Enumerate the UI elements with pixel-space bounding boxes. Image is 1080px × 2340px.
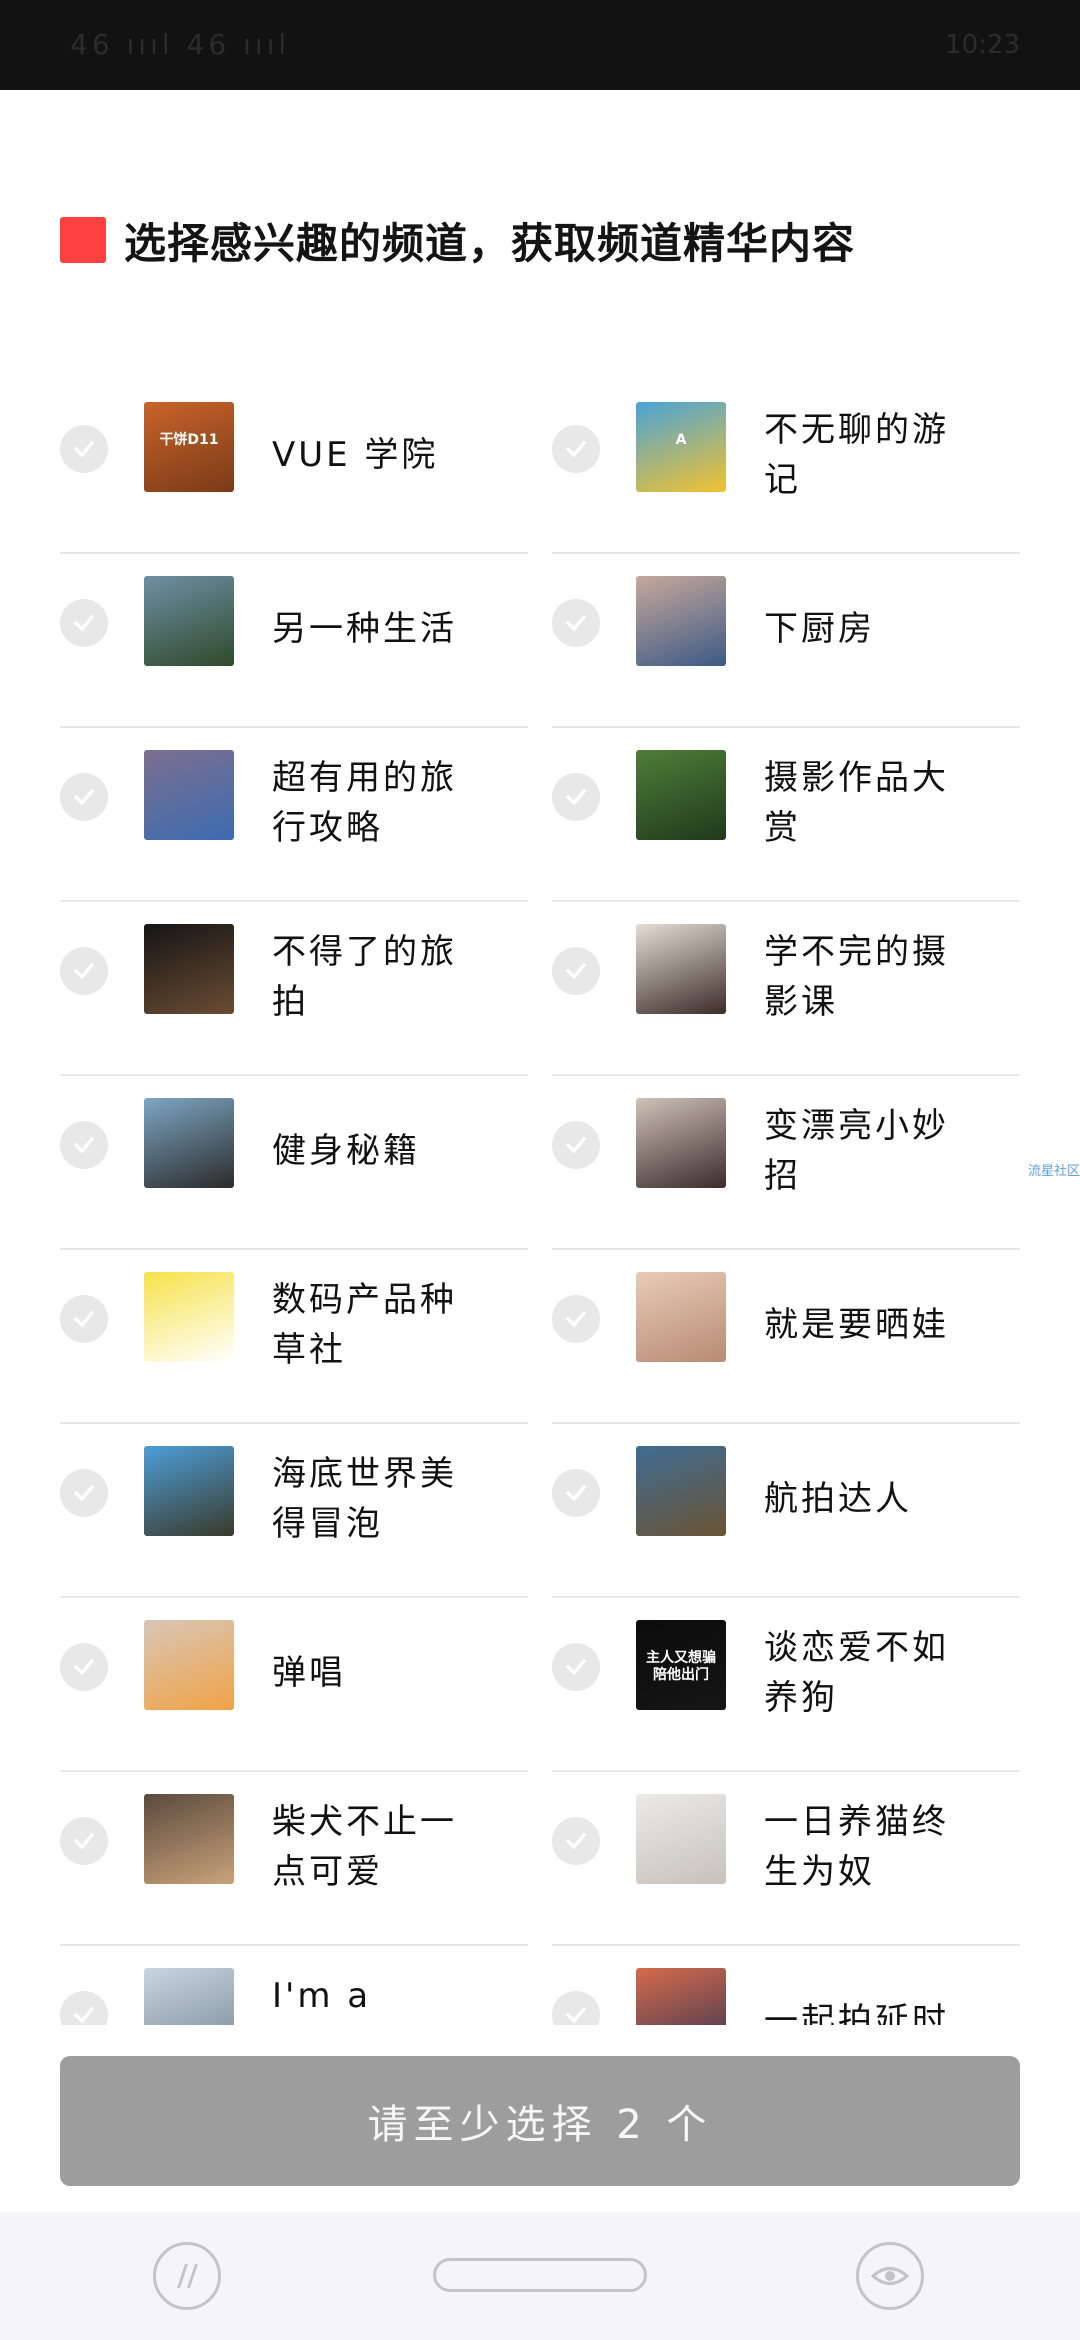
channel-item[interactable]: 就是要晒娃 <box>552 1250 1020 1424</box>
channel-item[interactable]: 健身秘籍 <box>60 1076 528 1250</box>
page-header: 选择感兴趣的频道，获取频道精华内容 <box>60 215 855 268</box>
check-icon[interactable] <box>552 1643 600 1691</box>
channel-label: 另一种生活 <box>272 609 457 649</box>
channel-thumbnail <box>636 1968 726 2025</box>
channel-item[interactable]: 学不完的摄影课 <box>552 902 1020 1076</box>
channel-label: 健身秘籍 <box>272 1131 420 1171</box>
channel-label: 变漂亮小妙招 <box>764 1106 949 1196</box>
channel-item[interactable]: 弹唱 <box>60 1598 528 1772</box>
check-icon[interactable] <box>60 1991 108 2025</box>
check-icon[interactable] <box>552 1121 600 1169</box>
channel-item[interactable]: I'm a Vlogger <box>60 1946 528 2025</box>
check-icon[interactable] <box>60 1295 108 1343</box>
channel-thumbnail <box>636 750 726 840</box>
channel-label: 不得了的旅拍 <box>272 932 457 1022</box>
channel-label: 一起拍延时 <box>764 2001 949 2025</box>
channel-thumbnail: A <box>636 402 726 492</box>
channel-item[interactable]: 海底世界美得冒泡 <box>60 1424 528 1598</box>
status-bar: 46 ıııl 46 ıııl 10:23 <box>0 0 1080 90</box>
channel-thumbnail <box>144 1446 234 1536</box>
channel-item[interactable]: 另一种生活 <box>60 554 528 728</box>
channel-label: 海底世界美得冒泡 <box>272 1454 457 1544</box>
channel-thumbnail <box>144 576 234 666</box>
thumbnail-caption: 干饼D11 <box>159 432 219 448</box>
channel-thumbnail <box>636 924 726 1014</box>
channel-item[interactable]: 下厨房 <box>552 554 1020 728</box>
channel-label: 下厨房 <box>764 609 875 649</box>
channel-item[interactable]: 摄影作品大赏 <box>552 728 1020 902</box>
channel-thumbnail <box>144 1620 234 1710</box>
channel-label: 不无聊的游记 <box>764 410 949 500</box>
channel-item[interactable]: A 不无聊的游记 <box>552 380 1020 554</box>
channel-label: 一日养猫终生为奴 <box>764 1802 949 1892</box>
check-icon[interactable] <box>60 599 108 647</box>
side-watermark: 流星社区 <box>1028 1164 1080 1179</box>
check-icon[interactable] <box>552 947 600 995</box>
channel-thumbnail <box>144 1098 234 1188</box>
channel-thumbnail <box>144 1794 234 1884</box>
channel-item[interactable]: 不得了的旅拍 <box>60 902 528 1076</box>
channel-thumbnail <box>636 1272 726 1362</box>
check-icon[interactable] <box>552 1469 600 1517</box>
channel-item[interactable]: 一起拍延时 <box>552 1946 1020 2025</box>
check-icon[interactable] <box>60 1469 108 1517</box>
channel-thumbnail <box>636 1446 726 1536</box>
channel-item[interactable]: 航拍达人 <box>552 1424 1020 1598</box>
check-icon[interactable] <box>552 773 600 821</box>
check-icon[interactable] <box>60 425 108 473</box>
channel-thumbnail <box>636 576 726 666</box>
channel-label: 超有用的旅行攻略 <box>272 758 457 848</box>
check-icon[interactable] <box>552 1817 600 1865</box>
channel-item[interactable]: 变漂亮小妙招 <box>552 1076 1020 1250</box>
check-icon[interactable] <box>60 1817 108 1865</box>
channel-thumbnail <box>144 750 234 840</box>
submit-button[interactable]: 请至少选择 2 个 <box>60 2056 1020 2186</box>
check-icon[interactable] <box>552 1295 600 1343</box>
channel-label: 就是要晒娃 <box>764 1305 949 1345</box>
channel-label: VUE 学院 <box>272 435 439 475</box>
check-icon[interactable] <box>552 1991 600 2025</box>
check-icon[interactable] <box>60 773 108 821</box>
channel-label: 航拍达人 <box>764 1479 912 1519</box>
check-icon[interactable] <box>60 1121 108 1169</box>
channel-label: 学不完的摄影课 <box>764 932 949 1022</box>
channel-grid: 干饼D11 VUE 学院 A 不无聊的游记另一种生活 下厨房超有用的旅行攻略 摄影作品大赏… <box>60 380 1020 2025</box>
channel-label: 数码产品种草社 <box>272 1280 457 1370</box>
channel-label: 谈恋爱不如养狗 <box>764 1628 949 1718</box>
app-logo-icon[interactable] <box>153 2242 221 2310</box>
home-pill-button[interactable] <box>433 2258 647 2292</box>
channel-item[interactable]: 主人又想骗 陪他出门 谈恋爱不如养狗 <box>552 1598 1020 1772</box>
title-accent-mark <box>60 217 106 263</box>
page-title: 选择感兴趣的频道，获取频道精华内容 <box>124 218 856 268</box>
check-icon[interactable] <box>60 1643 108 1691</box>
signal-indicators: 46 ıııl 46 ıııl <box>70 28 291 61</box>
channel-label: 柴犬不止一点可爱 <box>272 1802 457 1892</box>
system-nav-bar <box>0 2212 1080 2340</box>
channel-thumbnail: 主人又想骗 陪他出门 <box>636 1620 726 1710</box>
channel-item[interactable]: 一日养猫终生为奴 <box>552 1772 1020 1946</box>
check-icon[interactable] <box>552 425 600 473</box>
check-icon[interactable] <box>60 947 108 995</box>
channel-label: 摄影作品大赏 <box>764 758 949 848</box>
channel-thumbnail <box>144 1968 234 2025</box>
channel-item[interactable]: 柴犬不止一点可爱 <box>60 1772 528 1946</box>
eye-icon[interactable] <box>856 2242 924 2310</box>
channel-thumbnail <box>144 924 234 1014</box>
channel-thumbnail: 干饼D11 <box>144 402 234 492</box>
channel-thumbnail <box>636 1794 726 1884</box>
thumbnail-caption: A <box>675 432 687 448</box>
channel-thumbnail <box>144 1272 234 1362</box>
channel-item[interactable]: 数码产品种草社 <box>60 1250 528 1424</box>
channel-label: I'm a Vlogger <box>272 1976 372 2016</box>
channel-item[interactable]: 干饼D11 VUE 学院 <box>60 380 528 554</box>
channel-label: 弹唱 <box>272 1653 346 1693</box>
clock: 10:23 <box>945 30 1020 60</box>
channel-item[interactable]: 超有用的旅行攻略 <box>60 728 528 902</box>
thumbnail-caption: 主人又想骗 陪他出门 <box>646 1650 716 1683</box>
channel-thumbnail <box>636 1098 726 1188</box>
check-icon[interactable] <box>552 599 600 647</box>
